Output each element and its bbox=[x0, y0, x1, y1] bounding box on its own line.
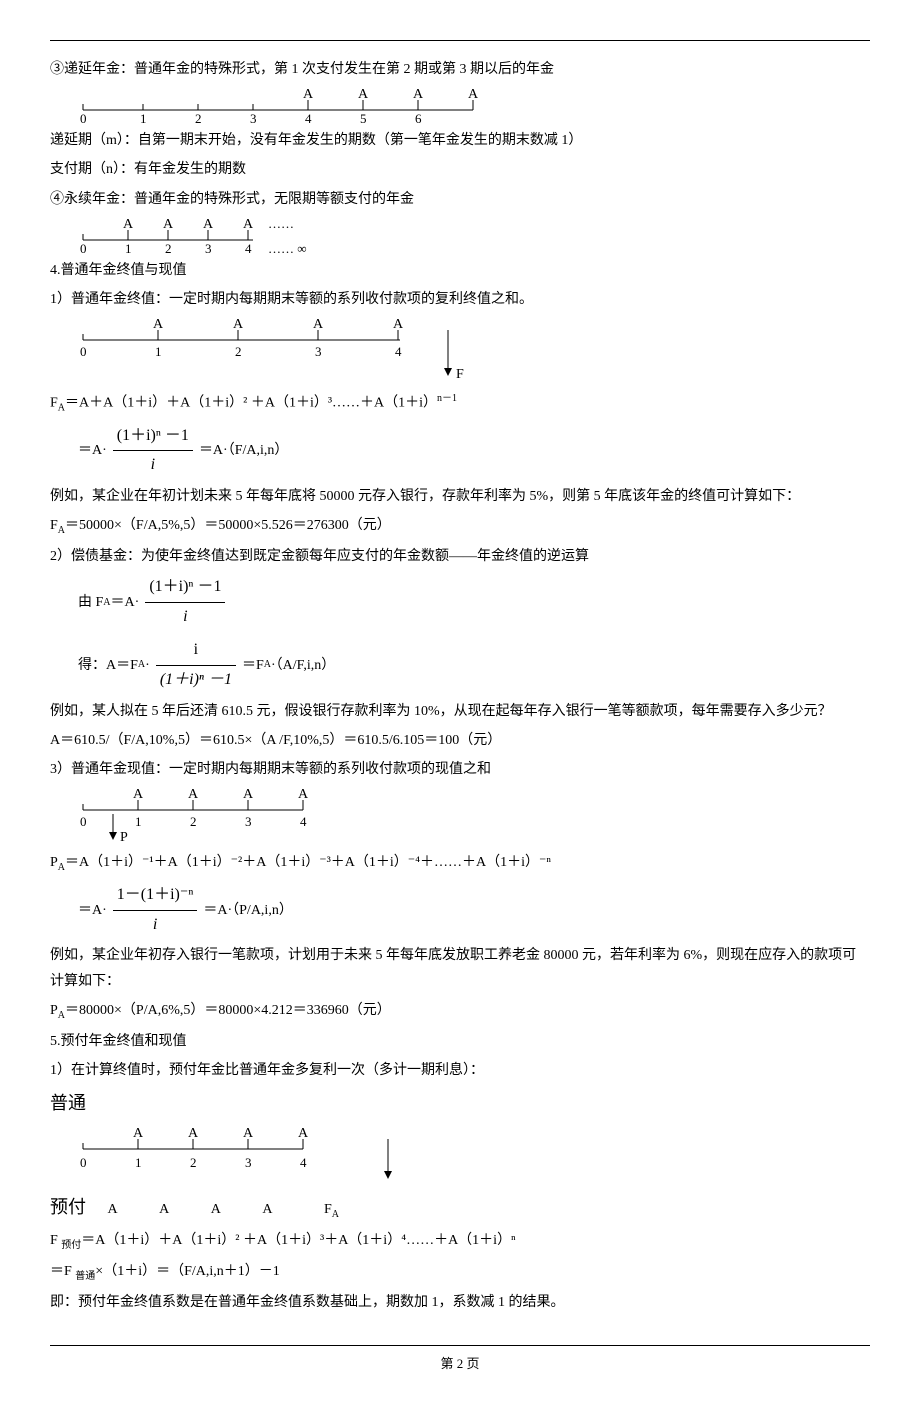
para-due-conclusion: 即：预付年金终值系数是在普通年金终值系数基础上，期数加 1，系数减 1 的结果。 bbox=[50, 1290, 870, 1315]
svg-text:A: A bbox=[243, 1126, 254, 1141]
svg-text:A: A bbox=[188, 787, 199, 802]
para-ordinary-pv-def: 3）普通年金现值：一定时期内每期期末等额的系列收付款项的现值之和 bbox=[50, 757, 870, 782]
svg-text:3: 3 bbox=[245, 814, 252, 829]
para-perpetuity: ④永续年金：普通年金的特殊形式，无限期等额支付的年金 bbox=[50, 187, 870, 212]
svg-text:1: 1 bbox=[135, 1155, 142, 1170]
example-pv: 例如，某企业年初存入银行一笔款项，计划用于未来 5 年每年底发放职工养老金 80… bbox=[50, 943, 870, 993]
para-payment-period: 支付期（n）：有年金发生的期数 bbox=[50, 157, 870, 182]
svg-text:3: 3 bbox=[250, 111, 257, 124]
svg-text:1: 1 bbox=[135, 814, 142, 829]
svg-text:4: 4 bbox=[395, 344, 402, 359]
svg-text:5: 5 bbox=[360, 111, 367, 124]
svg-text:A: A bbox=[358, 87, 369, 102]
svg-text:2: 2 bbox=[235, 344, 242, 359]
svg-text:A: A bbox=[303, 87, 314, 102]
svg-text:2: 2 bbox=[190, 1155, 197, 1170]
calc-sinking: A＝610.5/（F/A,10%,5）＝610.5×（A /F,10%,5）＝6… bbox=[50, 728, 870, 753]
svg-text:A: A bbox=[298, 787, 309, 802]
para-sinking-fund: 2）偿债基金：为使年金终值达到既定金额每年应支付的年金数额——年金终值的逆运算 bbox=[50, 544, 870, 569]
svg-text:A: A bbox=[123, 217, 134, 232]
svg-text:6: 6 bbox=[415, 111, 422, 124]
formula-pv-expand: PA＝A（1＋i）⁻¹＋A（1＋i）⁻²＋A（1＋i）⁻³＋A（1＋i）⁻⁴＋…… bbox=[50, 850, 870, 877]
svg-text:F: F bbox=[456, 367, 464, 382]
svg-text:0: 0 bbox=[80, 1155, 87, 1170]
svg-text:A: A bbox=[243, 787, 254, 802]
svg-text:4: 4 bbox=[300, 1155, 307, 1170]
formula-due-factor: ＝F 普通×（1＋i）＝（F/A,i,n＋1）－1 bbox=[50, 1259, 870, 1286]
para-ordinary-fv-def: 1）普通年金终值：一定时期内每期期末等额的系列收付款项的复利终值之和。 bbox=[50, 287, 870, 312]
svg-text:1: 1 bbox=[140, 111, 147, 124]
calc-fv: FA＝50000×（F/A,5%,5）＝50000×5.526＝276300（元… bbox=[50, 513, 870, 540]
label-prepaid-row: 预付 A A A A FA bbox=[50, 1191, 870, 1224]
svg-text:0: 0 bbox=[80, 814, 87, 829]
formula-sinking-from: 由 FA＝A· (1＋i)ⁿ －1i bbox=[78, 573, 870, 632]
calc-pv: PA＝80000×（P/A,6%,5）＝80000×4.212＝336960（元… bbox=[50, 998, 870, 1025]
svg-text:P: P bbox=[120, 830, 128, 845]
diagram-deferred-annuity: A A A A 0 1 2 3 4 5 6 bbox=[78, 86, 870, 124]
svg-text:3: 3 bbox=[245, 1155, 252, 1170]
diagram-ordinary-pv: A A A A 0 1 2 3 4 P bbox=[78, 786, 870, 846]
page-number: 第 2 页 bbox=[440, 1356, 479, 1371]
svg-text:0: 0 bbox=[80, 111, 87, 124]
svg-text:……: …… bbox=[268, 216, 294, 231]
svg-text:A: A bbox=[393, 317, 404, 332]
svg-text:2: 2 bbox=[165, 241, 172, 254]
diagram-perpetuity: A A A A …… 0 1 2 3 4 …… ∞ bbox=[78, 216, 870, 254]
svg-text:A: A bbox=[153, 317, 164, 332]
svg-text:0: 0 bbox=[80, 344, 87, 359]
svg-text:A: A bbox=[298, 1126, 309, 1141]
svg-text:0: 0 bbox=[80, 241, 87, 254]
svg-text:2: 2 bbox=[190, 814, 197, 829]
svg-text:A: A bbox=[233, 317, 244, 332]
svg-text:1: 1 bbox=[155, 344, 162, 359]
para-deferred-annuity: ③递延年金：普通年金的特殊形式，第 1 次支付发生在第 2 期或第 3 期以后的… bbox=[50, 57, 870, 82]
svg-text:3: 3 bbox=[205, 241, 212, 254]
svg-text:1: 1 bbox=[125, 241, 132, 254]
example-fv: 例如，某企业在年初计划未来 5 年每年底将 50000 元存入银行，存款年利率为… bbox=[50, 484, 870, 509]
page-footer: 第 2 页 bbox=[50, 1345, 870, 1375]
svg-text:2: 2 bbox=[195, 111, 202, 124]
formula-fv-expand: FA＝A＋A（1＋i）＋A（1＋i）² ＋A（1＋i）³……＋A（1＋i）n－1 bbox=[50, 390, 870, 417]
formula-fv-factor: ＝A· (1＋i)ⁿ －1i ＝A·（F/A,i,n） bbox=[78, 422, 870, 481]
svg-text:A: A bbox=[468, 87, 478, 102]
formula-sinking-result: 得：A＝FA· i(1＋i)ⁿ －1 ＝FA·（A/F,i,n） bbox=[78, 636, 870, 695]
para-ordinary-fv-pv-title: 4.普通年金终值与现值 bbox=[50, 258, 870, 283]
formula-pv-factor: ＝A· 1－(1＋i)⁻ⁿi ＝A·（P/A,i,n） bbox=[78, 881, 870, 940]
svg-text:…… ∞: …… ∞ bbox=[268, 241, 307, 254]
svg-text:A: A bbox=[203, 217, 214, 232]
svg-text:A: A bbox=[243, 217, 254, 232]
svg-text:A: A bbox=[188, 1126, 199, 1141]
diagram-ordinary-fv: A A A A 0 1 2 3 4 F bbox=[78, 316, 870, 386]
formula-due-expand: F 预付＝A（1＋i）＋A（1＋i）² ＋A（1＋i）³＋A（1＋i）⁴……＋A… bbox=[50, 1228, 870, 1255]
svg-text:4: 4 bbox=[300, 814, 307, 829]
para-deferral-period: 递延期（m）：自第一期末开始，没有年金发生的期数（第一笔年金发生的期末数减 1） bbox=[50, 128, 870, 153]
svg-text:A: A bbox=[133, 1126, 144, 1141]
example-sinking: 例如，某人拟在 5 年后还清 610.5 元，假设银行存款利率为 10%，从现在… bbox=[50, 699, 870, 724]
svg-text:A: A bbox=[413, 87, 424, 102]
page-content: ③递延年金：普通年金的特殊形式，第 1 次支付发生在第 2 期或第 3 期以后的… bbox=[50, 40, 870, 1315]
para-annuity-due-note: 1）在计算终值时，预付年金比普通年金多复利一次（多计一期利息）： bbox=[50, 1058, 870, 1083]
svg-text:4: 4 bbox=[305, 111, 312, 124]
fraction-fv: (1＋i)ⁿ －1i bbox=[113, 422, 193, 481]
label-ordinary: 普通 bbox=[50, 1087, 870, 1119]
diagram-annuity-due: A A A A 0 1 2 3 4 bbox=[78, 1123, 870, 1187]
svg-text:3: 3 bbox=[315, 344, 322, 359]
svg-text:A: A bbox=[163, 217, 174, 232]
svg-text:A: A bbox=[133, 787, 144, 802]
fraction-pv: 1－(1＋i)⁻ⁿi bbox=[113, 881, 198, 940]
svg-text:4: 4 bbox=[245, 241, 252, 254]
para-annuity-due-title: 5.预付年金终值和现值 bbox=[50, 1029, 870, 1054]
svg-text:A: A bbox=[313, 317, 324, 332]
